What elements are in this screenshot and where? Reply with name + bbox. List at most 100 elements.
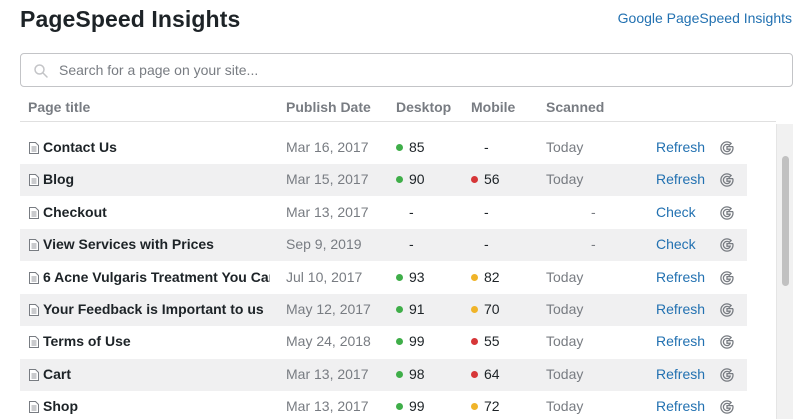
row-scanned: - — [591, 236, 596, 253]
row-page-title[interactable]: Cart — [43, 366, 270, 382]
google-g-icon[interactable] — [719, 172, 735, 188]
desktop-score-value: 99 — [409, 398, 425, 415]
header: PageSpeed Insights Google PageSpeed Insi… — [0, 0, 794, 50]
row-page-title[interactable]: Terms of Use — [43, 333, 270, 349]
refresh-button[interactable]: Refresh — [656, 398, 705, 414]
desktop-score: 93 — [396, 269, 425, 285]
mobile-score-value: 70 — [484, 301, 500, 317]
google-g-icon[interactable] — [719, 270, 735, 286]
desktop-score: 91 — [396, 301, 425, 317]
row-page-title[interactable]: Contact Us — [43, 139, 270, 155]
refresh-button[interactable]: Refresh — [656, 171, 705, 187]
page-icon — [29, 368, 39, 381]
desktop-status-dot — [396, 370, 403, 378]
desktop-score: - — [396, 204, 414, 220]
row-scanned: - — [591, 203, 596, 220]
row-scanned: Today — [546, 365, 584, 382]
header-page-title[interactable]: Page title — [28, 99, 90, 115]
row-scanned: Today — [546, 268, 584, 285]
google-g-icon[interactable] — [719, 334, 735, 350]
search-input[interactable] — [59, 54, 779, 86]
refresh-button[interactable]: Refresh — [656, 139, 705, 155]
row-scanned: Today — [546, 398, 584, 415]
page-title: PageSpeed Insights — [20, 6, 241, 32]
mobile-score-value: 55 — [484, 333, 500, 350]
mobile-status-dot — [471, 306, 478, 313]
desktop-score-value: - — [409, 236, 414, 253]
mobile-score-value: 64 — [484, 365, 500, 382]
google-g-icon[interactable] — [719, 367, 735, 383]
row-page-title[interactable]: Blog — [43, 171, 270, 187]
row-page-title[interactable]: Shop — [43, 398, 270, 414]
header-publish-date[interactable]: Publish Date — [286, 99, 371, 115]
mobile-score: 55 — [471, 333, 500, 349]
search-icon — [34, 64, 48, 78]
mobile-score-value: 56 — [484, 171, 500, 188]
page-icon — [29, 271, 39, 284]
mobile-score: 72 — [471, 398, 500, 414]
mobile-status-dot — [471, 370, 478, 378]
desktop-score-value: 93 — [409, 268, 425, 285]
header-mobile[interactable]: Mobile — [471, 99, 515, 115]
google-pagespeed-link[interactable]: Google PageSpeed Insights — [618, 10, 792, 26]
row-page-title[interactable]: Checkout — [43, 204, 270, 220]
refresh-button[interactable]: Refresh — [656, 269, 705, 285]
mobile-status-dot — [471, 403, 478, 411]
refresh-button[interactable]: Refresh — [656, 301, 705, 317]
row-scanned: Today — [546, 333, 584, 350]
mobile-score-value: - — [484, 236, 489, 253]
row-page-title[interactable]: Your Feedback is Important to us — [43, 301, 270, 317]
desktop-score: 90 — [396, 171, 425, 187]
google-g-icon[interactable] — [719, 302, 735, 318]
google-g-icon[interactable] — [719, 140, 735, 156]
mobile-score: 64 — [471, 366, 500, 382]
table-row: Checkout Mar 13, 2017 - - - Check — [20, 197, 747, 229]
table-row: View Services with Prices Sep 9, 2019 - - - C… — [20, 229, 747, 262]
row-publish-date: Mar 15, 2017 — [286, 171, 369, 188]
mobile-score: 82 — [471, 269, 500, 285]
row-page-title[interactable]: View Services with Prices — [43, 236, 270, 252]
google-g-icon[interactable] — [719, 205, 735, 221]
row-publish-date: Mar 13, 2017 — [286, 398, 369, 415]
mobile-score-value: - — [484, 139, 489, 155]
scrollbar-thumb[interactable] — [782, 156, 789, 286]
table-row: 6 Acne Vulgaris Treatment You Can Jul 10,… — [20, 262, 747, 294]
mobile-score-value: 72 — [484, 398, 500, 415]
desktop-score-value: 91 — [409, 301, 425, 317]
row-page-title[interactable]: 6 Acne Vulgaris Treatment You Can — [43, 269, 270, 285]
google-g-icon[interactable] — [719, 237, 735, 253]
desktop-status-dot — [396, 144, 403, 151]
desktop-score-value: 98 — [409, 365, 425, 382]
desktop-status-dot — [396, 403, 403, 411]
mobile-score: 56 — [471, 171, 500, 187]
table-row: Contact Us Mar 16, 2017 85 - Today Refresh — [20, 132, 747, 164]
table-row: Cart Mar 13, 2017 98 64 Today Refresh — [20, 358, 747, 391]
table-body: Contact Us Mar 16, 2017 85- Today Refresh Blo… — [20, 124, 747, 419]
mobile-score-value: - — [484, 203, 489, 220]
mobile-score: 70 — [471, 301, 500, 317]
desktop-score-value: 85 — [409, 139, 425, 155]
mobile-score: - — [471, 204, 489, 220]
mobile-status-dot — [471, 273, 478, 281]
desktop-score: 99 — [396, 398, 425, 414]
table-row: Shop Mar 13, 2017 99 72 Today Refresh — [20, 391, 747, 419]
row-scanned: Today — [546, 139, 584, 155]
check-button[interactable]: Check — [656, 204, 696, 220]
desktop-score-value: 99 — [409, 333, 425, 350]
check-button[interactable]: Check — [656, 236, 696, 252]
row-scanned: Today — [546, 301, 584, 317]
row-publish-date: Jul 10, 2017 — [286, 268, 363, 285]
google-g-icon[interactable] — [719, 399, 735, 415]
search-box[interactable] — [20, 53, 793, 87]
page-icon — [29, 239, 39, 252]
desktop-score: 98 — [396, 366, 425, 382]
desktop-score: 85 — [396, 139, 425, 155]
table-row: Terms of Use May 24, 2018 99 55 Today Refresh — [20, 326, 747, 358]
header-scanned[interactable]: Scanned — [546, 99, 604, 115]
row-publish-date: Sep 9, 2019 — [286, 236, 362, 253]
refresh-button[interactable]: Refresh — [656, 366, 705, 382]
header-desktop[interactable]: Desktop — [396, 99, 451, 115]
scrollbar[interactable] — [776, 124, 793, 419]
mobile-score: - — [471, 139, 489, 155]
refresh-button[interactable]: Refresh — [656, 333, 705, 349]
